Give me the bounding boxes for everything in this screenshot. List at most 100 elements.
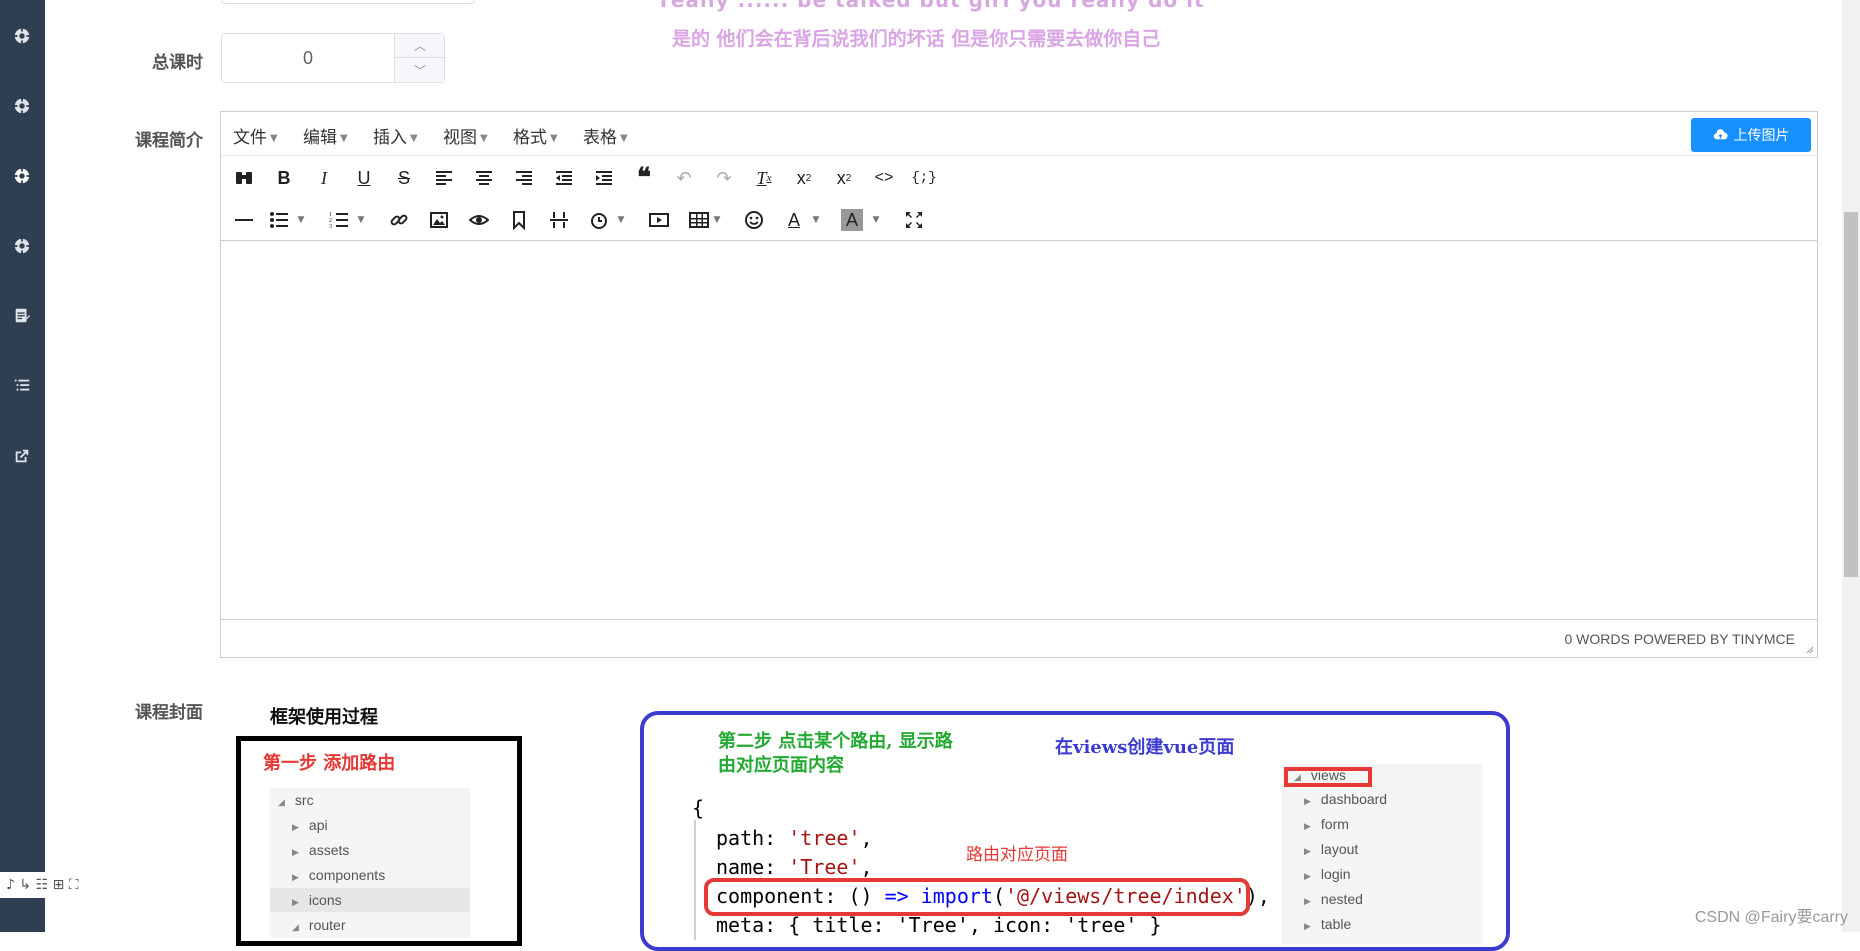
bullet-list-icon[interactable] xyxy=(266,207,292,233)
menu-label: 表格 xyxy=(583,128,617,148)
total-hours-stepper: ︿ ﹀ xyxy=(221,33,445,83)
list-icon[interactable] xyxy=(11,375,33,397)
menu-format[interactable]: 格式 ▼ xyxy=(513,123,558,148)
banner-text: really ...... be talked but girl you rea… xyxy=(660,0,1205,12)
document-icon[interactable] xyxy=(11,305,33,327)
table-icon[interactable] xyxy=(686,207,712,233)
superscript-icon[interactable]: x2 xyxy=(831,165,857,191)
editor-toolbar: B I U S ❝ ↶ ↷ Tx x2 x2 <> {;} ▼ 123 ▼ ▼ … xyxy=(221,156,1817,241)
code-indent-bar xyxy=(694,820,696,940)
subscript-icon[interactable]: x2 xyxy=(791,165,817,191)
caret-down-icon[interactable]: ▼ xyxy=(355,207,367,233)
code-line: path: 'tree', xyxy=(716,826,873,850)
numbered-list-icon[interactable]: 123 xyxy=(326,207,352,233)
caret-down-icon: ▼ xyxy=(620,132,628,144)
menu-icon[interactable] xyxy=(11,25,33,47)
emoji-icon[interactable] xyxy=(741,207,767,233)
page-break-icon[interactable] xyxy=(546,207,572,233)
upload-image-button[interactable]: 上传图片 xyxy=(1691,118,1811,152)
tree-item: ▶ api xyxy=(292,817,328,833)
code-line: meta: { title: 'Tree', icon: 'tree' } xyxy=(716,913,1162,937)
views-tree: ◢ views ▶ dashboard ▶ form ▶ layout ▶ login ▶… xyxy=(1282,764,1482,944)
caret-right-icon: ▶ xyxy=(1304,846,1311,856)
route-note: 路由对应页面 xyxy=(966,845,1068,865)
cover-title: 框架使用过程 xyxy=(270,707,378,728)
watermark: CSDN @Fairy要carry xyxy=(1694,909,1848,926)
clear-format-icon[interactable]: Tx xyxy=(751,165,777,191)
caret-down-icon[interactable]: ▼ xyxy=(711,207,723,233)
background-color-icon[interactable]: A xyxy=(841,209,863,231)
code-icon[interactable]: <> xyxy=(871,165,897,191)
italic-icon[interactable]: I xyxy=(311,165,337,191)
stepper-up-button[interactable]: ︿ xyxy=(395,34,445,58)
bookmark-icon[interactable] xyxy=(506,207,532,233)
step2-line: 由对应页面内容 xyxy=(718,755,844,776)
redo-icon[interactable]: ↷ xyxy=(711,165,737,191)
menu-icon[interactable] xyxy=(11,165,33,187)
fullscreen-icon[interactable] xyxy=(901,207,927,233)
align-right-icon[interactable] xyxy=(511,165,537,191)
step2-line: 第二步 点击某个路由, 显示路 xyxy=(718,731,953,752)
menu-table[interactable]: 表格 ▼ xyxy=(583,123,628,148)
caret-down-icon[interactable]: ▼ xyxy=(295,207,307,233)
caret-down-icon: ▼ xyxy=(340,132,348,144)
resize-handle-icon[interactable] xyxy=(1804,644,1814,654)
clock-icon[interactable] xyxy=(586,207,612,233)
indent-icon[interactable] xyxy=(591,165,617,191)
scrollbar-thumb[interactable] xyxy=(1844,212,1858,577)
media-icon[interactable] xyxy=(646,207,672,233)
caret-down-icon: ▼ xyxy=(270,132,278,144)
code-token: path: xyxy=(716,826,789,850)
chevron-up-icon: ︿ xyxy=(413,39,426,53)
sidebar xyxy=(0,0,45,932)
caret-down-icon: ▼ xyxy=(550,132,558,144)
stepper-down-button[interactable]: ﹀ xyxy=(395,58,445,82)
align-center-icon[interactable] xyxy=(471,165,497,191)
outdent-icon[interactable] xyxy=(551,165,577,191)
blockquote-icon[interactable]: ❝ xyxy=(631,163,657,192)
scrollbar[interactable] xyxy=(1842,0,1860,932)
previous-input[interactable] xyxy=(221,0,475,4)
menu-icon[interactable] xyxy=(11,95,33,117)
floating-toolbar[interactable]: ♪ ↳ ☷ ⊞ ⛶ xyxy=(0,872,130,898)
menu-file[interactable]: 文件 ▼ xyxy=(233,123,278,148)
highlight-box xyxy=(704,878,1250,916)
caret-right-icon: ▶ xyxy=(292,872,299,882)
menu-view[interactable]: 视图 ▼ xyxy=(443,123,488,148)
horizontal-line-icon[interactable] xyxy=(231,207,257,233)
underline-icon[interactable]: U xyxy=(351,165,377,191)
text-color-icon[interactable]: A xyxy=(781,207,807,233)
src-tree: ◢ src ▶ api ▶ assets ▶ components ▶ icons ◢ ro… xyxy=(270,788,470,938)
menu-edit[interactable]: 编辑 ▼ xyxy=(303,123,348,148)
menu-label: 格式 xyxy=(513,128,547,148)
word-count-status: 0 WORDS POWERED BY TINYMCE xyxy=(1564,631,1795,647)
strikethrough-icon[interactable]: S xyxy=(391,165,417,191)
caret-down-icon[interactable]: ▼ xyxy=(810,207,822,233)
menu-label: 插入 xyxy=(373,128,407,148)
preview-icon[interactable] xyxy=(466,207,492,233)
code-token: , xyxy=(860,855,873,879)
code-sample-icon[interactable]: {;} xyxy=(911,165,937,191)
tree-item: ▶ components xyxy=(292,867,385,883)
total-hours-input[interactable] xyxy=(222,34,394,82)
external-link-icon[interactable] xyxy=(11,445,33,467)
menu-insert[interactable]: 插入 ▼ xyxy=(373,123,418,148)
menu-icon[interactable] xyxy=(11,235,33,257)
bold-icon[interactable]: B xyxy=(271,165,297,191)
tree-item-label: form xyxy=(1320,816,1349,832)
image-icon[interactable] xyxy=(426,207,452,233)
tree-item: ▶ assets xyxy=(292,842,349,858)
caret-down-icon[interactable]: ▼ xyxy=(870,207,882,233)
undo-icon[interactable]: ↶ xyxy=(671,165,697,191)
caret-down-icon[interactable]: ▼ xyxy=(615,207,627,233)
link-icon[interactable] xyxy=(386,207,412,233)
caret-down-icon: ◢ xyxy=(292,922,299,932)
find-replace-icon[interactable] xyxy=(231,165,257,191)
editor-content-area[interactable] xyxy=(221,241,1817,619)
align-left-icon[interactable] xyxy=(431,165,457,191)
caret-right-icon: ▶ xyxy=(1304,821,1311,831)
svg-text:3: 3 xyxy=(329,224,332,230)
stepper-controls: ︿ ﹀ xyxy=(394,34,445,82)
code-token: 'tree' xyxy=(788,826,861,850)
intro-label: 课程简介 xyxy=(135,131,203,151)
